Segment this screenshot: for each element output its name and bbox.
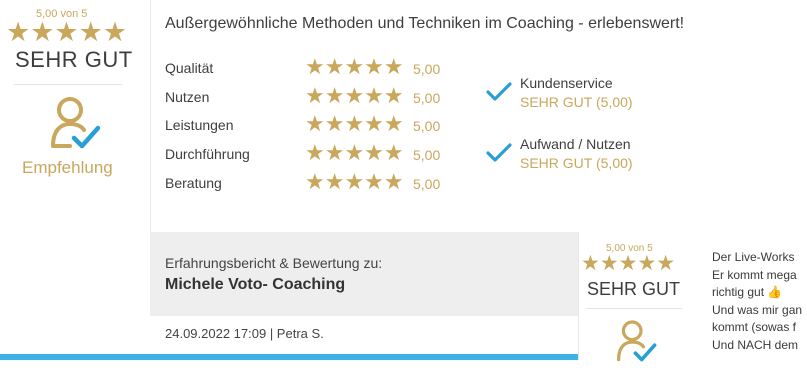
criteria-label: Nutzen xyxy=(165,89,210,105)
criteria-score: 5,00 xyxy=(413,61,441,77)
criteria-label: Leistungen xyxy=(165,117,234,133)
mini-verdict: SEHR GUT xyxy=(587,279,681,299)
criteria-score: 5,00 xyxy=(413,90,441,106)
review-excerpt: Der Live-Works Er kommt mega richtig gut… xyxy=(712,249,807,354)
criteria-stars: ★★★★★ xyxy=(305,140,404,165)
summary-stars: ★★★★★ xyxy=(6,17,128,47)
recommendation-label: Empfehlung xyxy=(22,158,113,177)
check-item-customer-service: Kundenservice SEHR GUT (5,00) xyxy=(486,75,686,115)
person-check-icon xyxy=(48,94,104,154)
criteria-label: Durchführung xyxy=(165,146,250,162)
criteria-stars: ★★★★★ xyxy=(305,83,404,108)
checkmark-icon xyxy=(486,142,512,164)
criteria-score: 5,00 xyxy=(413,147,441,163)
criteria-label: Beratung xyxy=(165,175,222,191)
review-intro-text: Erfahrungsbericht & Bewertung zu: xyxy=(165,255,383,271)
criteria-stars: ★★★★★ xyxy=(305,169,404,194)
criteria-score: 5,00 xyxy=(413,176,441,192)
criteria-row-execution: Durchführung ★★★★★ 5,00 xyxy=(165,140,465,166)
excerpt-line: kommt (sowas f xyxy=(712,320,797,334)
review-meta: 24.09.2022 17:09 | Petra S. xyxy=(165,326,324,341)
checkmark-icon xyxy=(486,81,512,103)
check-title: Aufwand / Nutzen xyxy=(520,136,631,152)
mini-stars: ★★★★★ xyxy=(581,252,676,275)
excerpt-line: richtig gut 👍 xyxy=(712,285,783,299)
criteria-stars: ★★★★★ xyxy=(305,111,404,136)
criteria-row-benefit: Nutzen ★★★★★ 5,00 xyxy=(165,83,465,109)
summary-verdict: SEHR GUT xyxy=(15,47,133,72)
person-check-icon xyxy=(614,318,660,366)
mini-divider xyxy=(586,308,682,309)
excerpt-line: Und was mir gan xyxy=(712,302,803,317)
criteria-stars: ★★★★★ xyxy=(305,54,404,79)
reviewed-company-name[interactable]: Michele Voto- Coaching xyxy=(165,276,345,294)
review-title: Außergewöhnliche Methoden und Techniken … xyxy=(165,15,685,32)
review-header-band xyxy=(150,232,578,316)
accent-bar xyxy=(0,354,578,360)
check-value: SEHR GUT (5,00) xyxy=(520,155,633,171)
summary-divider xyxy=(14,84,122,85)
check-value: SEHR GUT (5,00) xyxy=(520,94,633,110)
check-item-effort-benefit: Aufwand / Nutzen SEHR GUT (5,00) xyxy=(486,136,686,176)
check-title: Kundenservice xyxy=(520,75,613,91)
criteria-label: Qualität xyxy=(165,60,214,76)
criteria-score: 5,00 xyxy=(413,118,441,134)
criteria-row-consulting: Beratung ★★★★★ 5,00 xyxy=(165,169,465,195)
excerpt-line: Der Live-Works xyxy=(712,250,795,264)
excerpt-line: Und NACH dem xyxy=(712,337,799,352)
excerpt-line: Er kommt mega xyxy=(712,267,797,282)
criteria-row-quality: Qualität ★★★★★ 5,00 xyxy=(165,54,465,80)
criteria-row-services: Leistungen ★★★★★ 5,00 xyxy=(165,111,465,137)
